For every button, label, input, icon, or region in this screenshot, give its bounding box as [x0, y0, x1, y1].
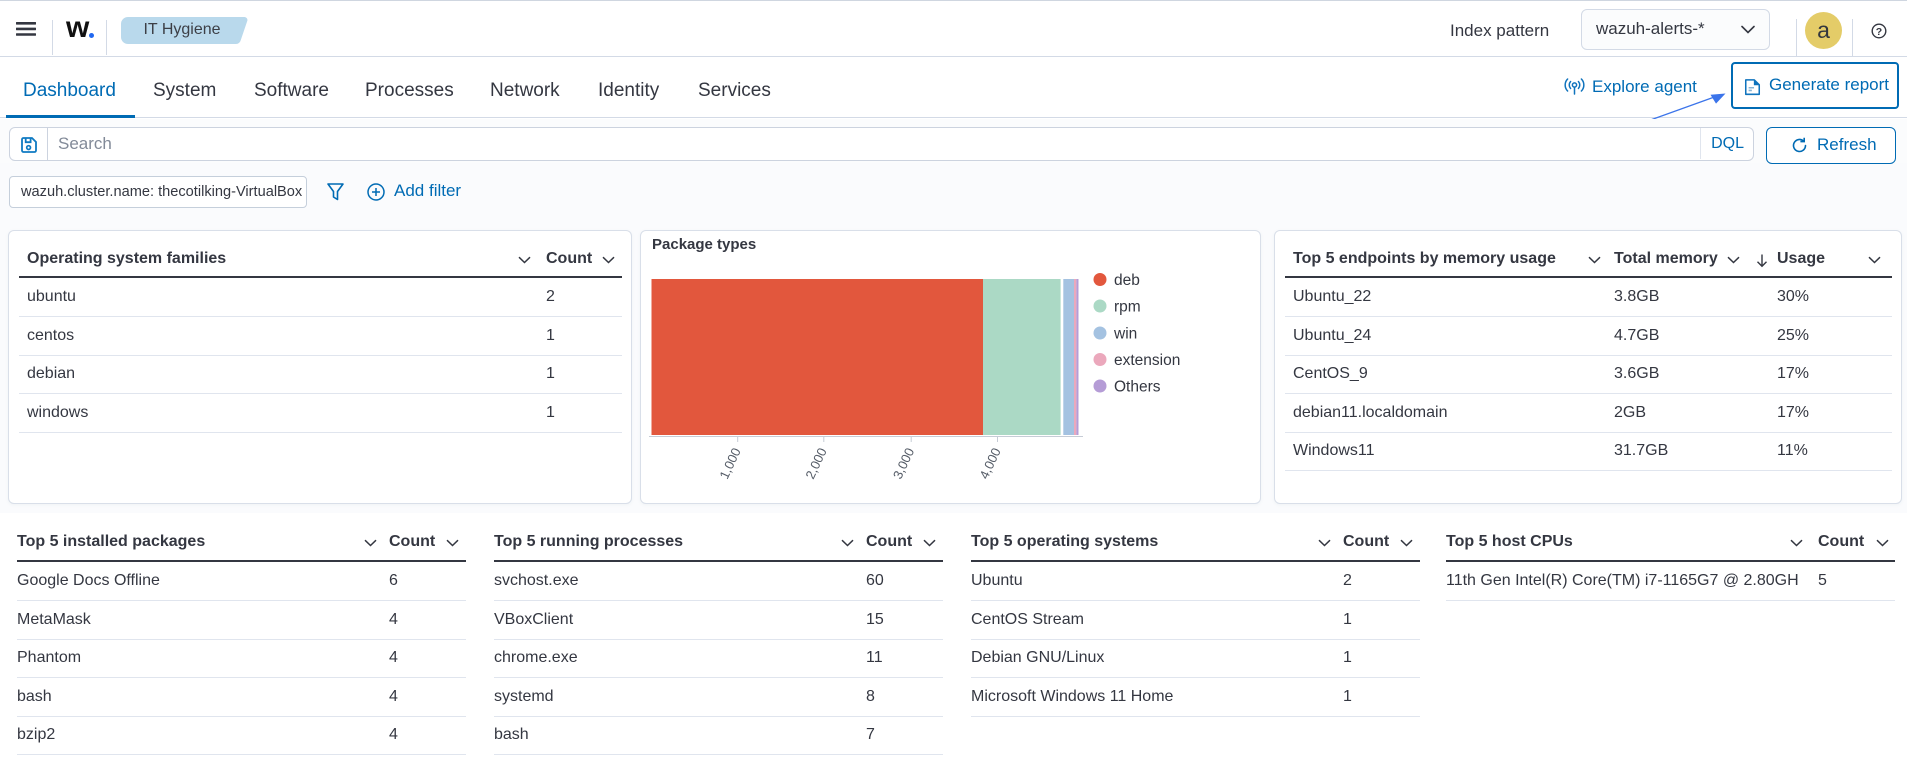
- svg-text:?: ?: [1876, 26, 1882, 38]
- svg-text:rpm: rpm: [1114, 299, 1141, 316]
- svg-text:win: win: [1113, 326, 1137, 343]
- svg-text:deb: deb: [1114, 272, 1140, 289]
- svg-text:extension: extension: [1114, 352, 1180, 369]
- svg-text:4,000: 4,000: [976, 445, 1003, 481]
- svg-text:IT Hygiene: IT Hygiene: [143, 21, 220, 38]
- svg-text:3,000: 3,000: [890, 445, 917, 481]
- svg-text:2,000: 2,000: [802, 445, 829, 481]
- svg-text:1,000: 1,000: [716, 445, 743, 481]
- svg-text:Others: Others: [1114, 379, 1161, 396]
